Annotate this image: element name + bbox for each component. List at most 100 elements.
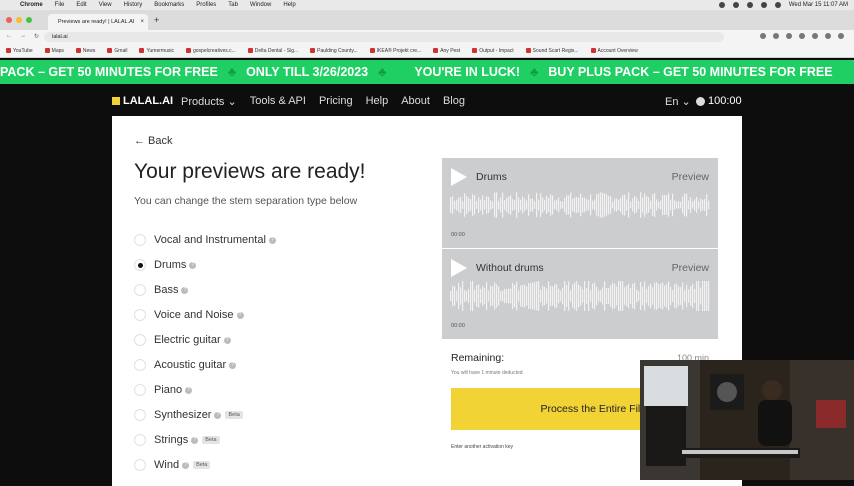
option-drums[interactable]: Drums ? bbox=[134, 258, 197, 272]
radio-button[interactable] bbox=[134, 359, 146, 371]
waveform-bar bbox=[592, 283, 594, 309]
maximize-window-icon[interactable] bbox=[26, 17, 32, 23]
nav-blog[interactable]: Blog bbox=[443, 95, 465, 108]
waveform-bar bbox=[454, 200, 456, 210]
help-icon[interactable]: ? bbox=[229, 361, 237, 369]
help-icon[interactable]: ? bbox=[181, 286, 189, 294]
help-icon[interactable]: ? bbox=[236, 311, 244, 319]
credits-balance[interactable]: 100:00 bbox=[696, 95, 742, 107]
radio-button[interactable] bbox=[134, 234, 146, 246]
radio-button[interactable] bbox=[134, 284, 146, 296]
bookmark-item[interactable]: Sound Scart Regis... bbox=[525, 48, 579, 54]
play-icon[interactable] bbox=[451, 259, 467, 277]
waveform-bar bbox=[590, 290, 592, 302]
menu-edit[interactable]: Edit bbox=[76, 2, 86, 8]
option-wind[interactable]: Wind ? Beta bbox=[134, 458, 211, 472]
option-strings[interactable]: Strings ? Beta bbox=[134, 433, 220, 447]
extension-icon[interactable] bbox=[786, 33, 792, 39]
bookmark-item[interactable]: gospelcreatives.c... bbox=[185, 48, 236, 54]
menu-history[interactable]: History bbox=[124, 2, 143, 8]
radio-button[interactable] bbox=[134, 409, 146, 421]
site-logo[interactable]: LALAL.AI bbox=[112, 95, 173, 107]
radio-button[interactable] bbox=[134, 309, 146, 321]
reload-icon[interactable]: ↻ bbox=[34, 33, 39, 40]
nav-about[interactable]: About bbox=[401, 95, 430, 108]
language-selector[interactable]: En ⌄ bbox=[665, 95, 691, 108]
nav-pricing[interactable]: Pricing bbox=[319, 95, 353, 108]
radio-button[interactable] bbox=[134, 459, 146, 471]
waveform[interactable] bbox=[450, 190, 710, 220]
clover-icon: ♣ bbox=[227, 65, 237, 79]
waveform-bar bbox=[500, 290, 502, 302]
status-icon[interactable] bbox=[746, 2, 753, 8]
menu-view[interactable]: View bbox=[99, 2, 112, 8]
radio-button-selected[interactable] bbox=[134, 259, 146, 271]
bookmark-item[interactable]: News bbox=[75, 48, 95, 54]
option-synthesizer[interactable]: Synthesizer ? Beta bbox=[134, 408, 243, 422]
status-icon[interactable] bbox=[732, 2, 739, 8]
menu-app-name[interactable]: Chrome bbox=[20, 2, 43, 8]
option-piano[interactable]: Piano ? bbox=[134, 383, 193, 397]
clock[interactable]: Wed Mar 15 11:07 AM bbox=[789, 2, 848, 8]
option-acoustic-guitar[interactable]: Acoustic guitar ? bbox=[134, 358, 237, 372]
sidebar-icon[interactable] bbox=[812, 33, 818, 39]
nav-products[interactable]: Products ⌄ bbox=[181, 95, 237, 108]
waveform-bar bbox=[462, 281, 464, 311]
nav-tools-api[interactable]: Tools & API bbox=[250, 95, 306, 108]
help-icon[interactable]: ? bbox=[182, 461, 190, 469]
help-icon[interactable]: ? bbox=[268, 236, 276, 244]
menu-window[interactable]: Window bbox=[250, 2, 271, 8]
share-icon[interactable] bbox=[760, 33, 766, 39]
back-link[interactable]: ← Back bbox=[134, 135, 173, 147]
status-icon[interactable] bbox=[718, 2, 725, 8]
bookmark-star-icon[interactable] bbox=[773, 33, 779, 39]
help-icon[interactable]: ? bbox=[214, 411, 222, 419]
bookmark-item[interactable]: Delta Dental - Sig... bbox=[247, 48, 298, 54]
option-electric-guitar[interactable]: Electric guitar ? bbox=[134, 333, 231, 347]
bookmark-item[interactable]: IKEA® Projekt cre... bbox=[369, 48, 421, 54]
bookmark-item[interactable]: Output - Impact bbox=[472, 48, 514, 54]
nav-help[interactable]: Help bbox=[366, 95, 389, 108]
bookmark-item[interactable]: Gmail bbox=[107, 48, 127, 54]
menu-profiles[interactable]: Profiles bbox=[196, 2, 216, 8]
kebab-menu-icon[interactable] bbox=[838, 33, 844, 39]
menu-help[interactable]: Help bbox=[283, 2, 295, 8]
puzzle-icon[interactable] bbox=[799, 33, 805, 39]
option-vocal-instrumental[interactable]: Vocal and Instrumental ? bbox=[134, 233, 276, 247]
radio-button[interactable] bbox=[134, 384, 146, 396]
play-icon[interactable] bbox=[451, 168, 467, 186]
help-icon[interactable]: ? bbox=[185, 386, 193, 394]
option-voice-noise[interactable]: Voice and Noise ? bbox=[134, 308, 244, 322]
bookmark-item[interactable]: Paulding County... bbox=[310, 48, 358, 54]
minimize-window-icon[interactable] bbox=[16, 17, 22, 23]
bookmark-item[interactable]: Maps bbox=[44, 48, 64, 54]
waveform[interactable] bbox=[450, 281, 710, 311]
bookmark-item[interactable]: Any Pest bbox=[433, 48, 460, 54]
address-bar[interactable]: lalal.ai bbox=[44, 32, 724, 42]
bookmark-item[interactable]: Yumermusic bbox=[139, 48, 174, 54]
bookmark-item[interactable]: Account Overview bbox=[590, 48, 638, 54]
menu-bookmarks[interactable]: Bookmarks bbox=[154, 2, 184, 8]
menu-file[interactable]: File bbox=[55, 2, 65, 8]
profile-avatar[interactable] bbox=[825, 33, 831, 39]
bookmark-label: Any Pest bbox=[440, 47, 461, 54]
radio-button[interactable] bbox=[134, 334, 146, 346]
enter-activation-key-link[interactable]: Enter another activation key bbox=[451, 444, 513, 450]
forward-arrow-icon[interactable]: → bbox=[20, 33, 26, 40]
help-icon[interactable]: ? bbox=[191, 436, 199, 444]
back-arrow-icon[interactable]: ← bbox=[6, 33, 12, 40]
battery-icon[interactable] bbox=[774, 2, 781, 8]
promo-banner[interactable]: PACK – GET 50 MINUTES FOR FREE ♣ ONLY TI… bbox=[0, 60, 854, 84]
credits-value: 100:00 bbox=[708, 95, 742, 107]
browser-tab-active[interactable]: Previews are ready! | LALAL.AI × bbox=[48, 14, 148, 30]
wifi-icon[interactable] bbox=[760, 2, 767, 8]
new-tab-button[interactable]: + bbox=[154, 15, 159, 25]
menu-tab[interactable]: Tab bbox=[228, 2, 238, 8]
close-tab-icon[interactable]: × bbox=[140, 19, 144, 25]
radio-button[interactable] bbox=[134, 434, 146, 446]
help-icon[interactable]: ? bbox=[189, 261, 197, 269]
help-icon[interactable]: ? bbox=[223, 336, 231, 344]
option-bass[interactable]: Bass ? bbox=[134, 283, 189, 297]
bookmark-item[interactable]: YouTube bbox=[6, 48, 33, 54]
close-window-icon[interactable] bbox=[6, 17, 12, 23]
